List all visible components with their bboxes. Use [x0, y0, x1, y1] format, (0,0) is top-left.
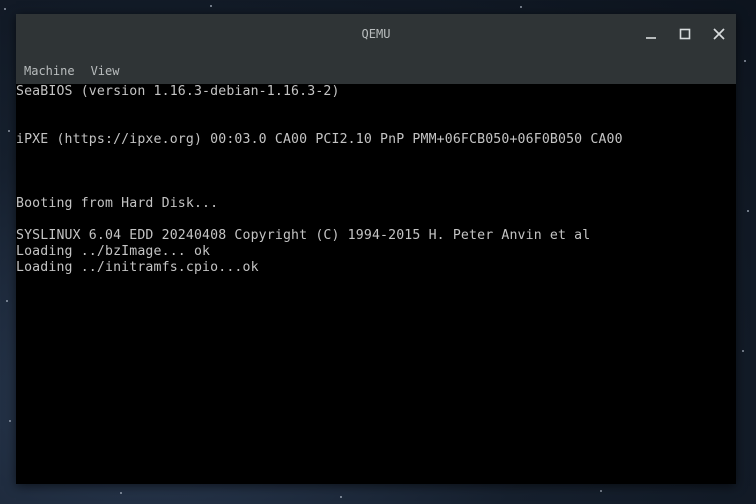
- window-controls: [634, 14, 736, 54]
- menu-machine[interactable]: Machine: [16, 59, 83, 83]
- console-line-booting: Booting from Hard Disk...: [16, 196, 219, 211]
- vm-display[interactable]: SeaBIOS (version 1.16.3-debian-1.16.3-2)…: [16, 84, 736, 484]
- console-line-syslinux: SYSLINUX 6.04 EDD 20240408 Copyright (C)…: [16, 228, 591, 243]
- console-line-loading-initramfs: Loading ../initramfs.cpio...ok: [16, 260, 259, 275]
- menu-bar: Machine View: [16, 58, 736, 84]
- window-title: QEMU: [361, 27, 391, 41]
- maximize-button[interactable]: [668, 17, 702, 51]
- qemu-window: QEMU Machine View SeaBIOS (version 1.16.…: [16, 14, 736, 484]
- star: [120, 492, 122, 494]
- maximize-icon: [679, 28, 691, 40]
- star: [600, 490, 602, 492]
- star: [742, 350, 744, 352]
- star: [520, 6, 522, 8]
- close-button[interactable]: [702, 17, 736, 51]
- star: [340, 496, 342, 498]
- star: [747, 210, 749, 212]
- minimize-icon: [646, 37, 656, 39]
- minimize-button[interactable]: [634, 17, 668, 51]
- star: [6, 300, 8, 302]
- console-line-loading-kernel: Loading ../bzImage... ok: [16, 244, 211, 259]
- star: [744, 60, 746, 62]
- console-line-ipxe: iPXE (https://ipxe.org) 00:03.0 CA00 PCI…: [16, 132, 623, 147]
- console-line-seabios: SeaBIOS (version 1.16.3-debian-1.16.3-2): [16, 84, 340, 99]
- star: [4, 8, 6, 10]
- star: [8, 130, 10, 132]
- star: [210, 5, 212, 7]
- star: [9, 420, 11, 422]
- close-icon: [713, 28, 725, 40]
- menu-view[interactable]: View: [83, 59, 128, 83]
- window-titlebar[interactable]: QEMU: [16, 14, 736, 58]
